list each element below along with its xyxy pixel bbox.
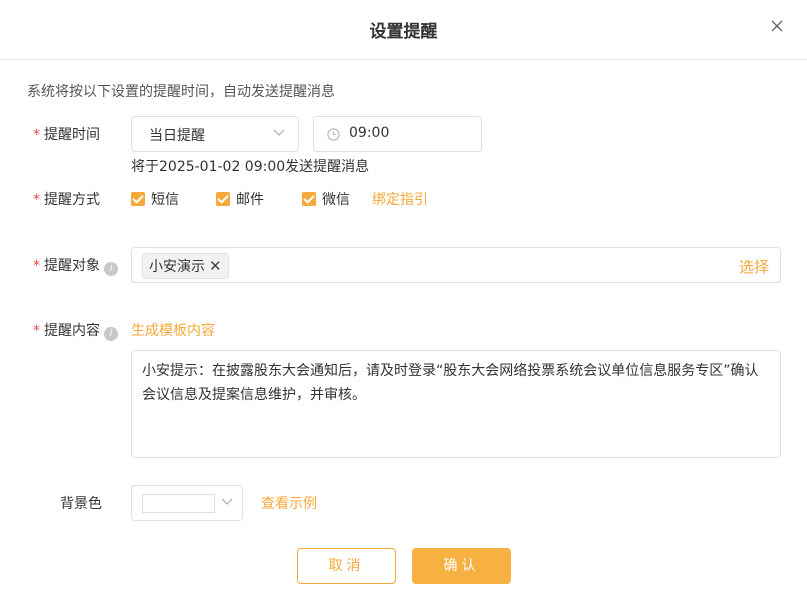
chevron-down-icon	[221, 498, 233, 505]
remind-method-label: * 提醒方式	[33, 192, 100, 208]
send-time-hint: 将于2025-01-02 09:00发送提醒消息	[131, 159, 370, 175]
checkbox-email[interactable]: 邮件	[216, 189, 264, 209]
remind-target-field[interactable]: 小安演示 ✕ 选择	[131, 247, 781, 283]
cancel-button[interactable]: 取消	[297, 548, 396, 584]
background-color-picker[interactable]	[131, 485, 243, 521]
required-mark: *	[33, 192, 40, 208]
info-icon[interactable]: i	[104, 327, 118, 341]
dialog-header: 设置提醒	[0, 0, 807, 60]
remind-time-input[interactable]: 09:00	[313, 116, 482, 152]
target-tag: 小安演示 ✕	[142, 253, 229, 279]
checkbox-sms[interactable]: 短信	[131, 189, 179, 209]
checkbox-email-label: 邮件	[236, 192, 264, 208]
remind-content-label: * 提醒内容 i	[33, 320, 118, 341]
remove-tag-icon[interactable]: ✕	[209, 257, 222, 275]
target-tag-label: 小安演示	[149, 259, 205, 275]
checkbox-wechat-label: 微信	[322, 192, 350, 208]
info-icon[interactable]: i	[104, 262, 118, 276]
checkbox-checked-icon[interactable]	[131, 192, 145, 206]
checkbox-sms-label: 短信	[151, 192, 179, 208]
remind-time-value: 09:00	[349, 125, 390, 141]
remind-day-select[interactable]: 当日提醒	[131, 116, 299, 152]
required-mark: *	[33, 323, 40, 339]
view-example-link[interactable]: 查看示例	[261, 493, 317, 513]
remind-day-value: 当日提醒	[149, 128, 205, 144]
dialog-title: 设置提醒	[369, 22, 438, 42]
checkbox-checked-icon[interactable]	[216, 192, 230, 206]
remind-time-label: * 提醒时间	[33, 127, 100, 143]
generate-template-link[interactable]: 生成模板内容	[131, 320, 215, 340]
choose-target-link[interactable]: 选择	[739, 256, 769, 277]
dialog-description: 系统将按以下设置的提醒时间，自动发送提醒消息	[27, 84, 335, 100]
close-icon[interactable]	[769, 18, 785, 34]
background-color-label: 背景色	[60, 496, 102, 512]
required-mark: *	[33, 127, 40, 143]
remind-content-textarea[interactable]: 小安提示：在披露股东大会通知后，请及时登录“股东大会网络投票系统会议单位信息服务…	[131, 350, 781, 458]
confirm-button[interactable]: 确认	[412, 548, 511, 584]
color-swatch	[142, 494, 215, 513]
checkbox-checked-icon[interactable]	[302, 192, 316, 206]
chevron-down-icon	[273, 129, 285, 136]
remind-target-label: * 提醒对象 i	[33, 255, 118, 276]
clock-icon	[327, 128, 340, 141]
bind-guide-link[interactable]: 绑定指引	[372, 189, 428, 209]
checkbox-wechat[interactable]: 微信	[302, 189, 350, 209]
required-mark: *	[33, 258, 40, 274]
